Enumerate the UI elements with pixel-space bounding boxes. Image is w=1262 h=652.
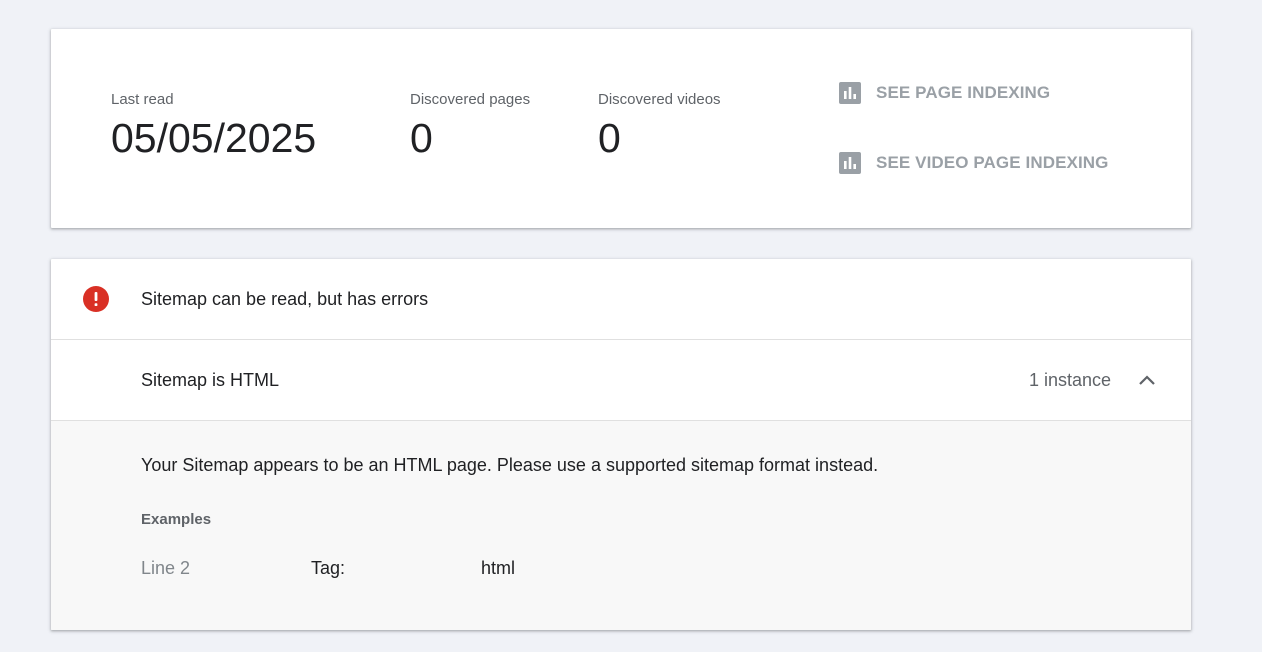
issue-status-title: Sitemap can be read, but has errors (141, 289, 429, 309)
sitemap-stats-card: Last read 05/05/2025 Discovered pages 0 … (51, 29, 1191, 228)
issue-row-sitemap-is-html[interactable]: Sitemap is HTML 1 instance (51, 340, 1191, 421)
chevron-up-icon[interactable] (1137, 370, 1157, 390)
error-icon (83, 286, 109, 312)
see-page-indexing-label: SEE PAGE INDEXING (876, 83, 1051, 102)
issue-header: Sitemap can be read, but has errors (51, 259, 1191, 340)
bar-chart-icon (839, 152, 861, 174)
instance-count: 1 instance (1028, 370, 1111, 390)
discovered-pages-stat: Discovered pages 0 (410, 91, 530, 162)
discovered-pages-label: Discovered pages (410, 91, 531, 108)
example-line-number: Line 2 (141, 558, 191, 578)
sitemap-issues-card: Sitemap can be read, but has errors Site… (51, 259, 1191, 630)
example-tag-label: Tag: (311, 558, 346, 578)
examples-label: Examples (141, 511, 212, 528)
see-video-page-indexing-label: SEE VIDEO PAGE INDEXING (876, 153, 1109, 172)
last-read-stat: Last read 05/05/2025 (111, 91, 316, 162)
issue-detail-panel: Your Sitemap appears to be an HTML page.… (51, 421, 1191, 630)
bar-chart-icon (839, 82, 861, 104)
discovered-pages-value: 0 (410, 115, 433, 161)
last-read-label: Last read (111, 91, 174, 108)
last-read-value: 05/05/2025 (111, 115, 317, 161)
example-tag-value: html (481, 558, 516, 578)
issue-description: Your Sitemap appears to be an HTML page.… (141, 455, 879, 475)
discovered-videos-stat: Discovered videos 0 (598, 91, 721, 162)
discovered-videos-value: 0 (598, 115, 621, 161)
see-page-indexing-button[interactable]: SEE PAGE INDEXING (839, 82, 1050, 104)
discovered-videos-label: Discovered videos (598, 91, 721, 108)
see-video-page-indexing-button[interactable]: SEE VIDEO PAGE INDEXING (839, 152, 1108, 174)
issue-row-title: Sitemap is HTML (141, 370, 280, 390)
